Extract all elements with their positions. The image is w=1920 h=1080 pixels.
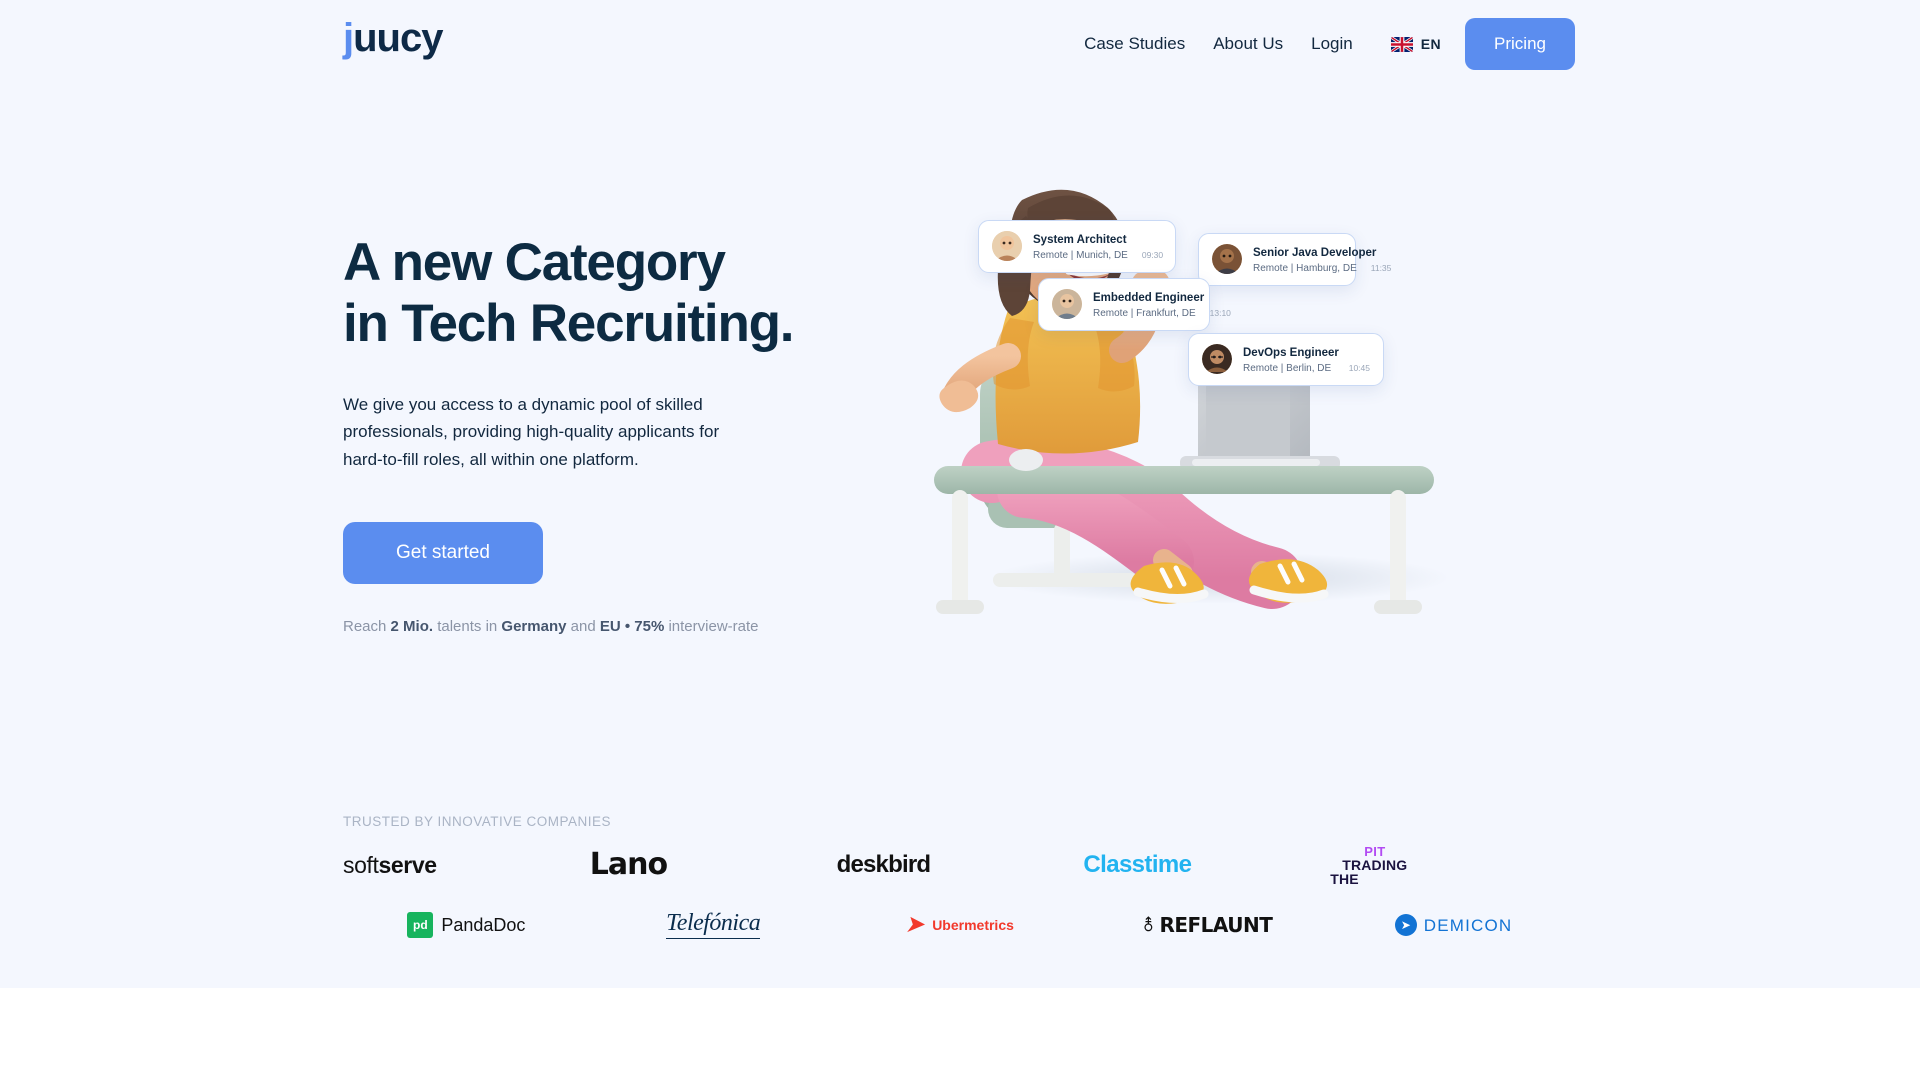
logo-pandadoc: pd PandaDoc	[343, 902, 590, 948]
reach-region: EU • 75%	[599, 617, 665, 635]
logo-pandadoc-text: PandaDoc	[441, 915, 526, 935]
job-role: Senior Java Developer	[1253, 247, 1377, 259]
job-role: DevOps Engineer	[1243, 347, 1339, 359]
client-logos-row-2: pd PandaDoc Telefónica ➤ Ubermetrics ⚨ R…	[343, 902, 1577, 948]
demicon-mark-icon: ➤	[1394, 914, 1417, 936]
logo-pit-word: PIT	[1364, 843, 1386, 859]
logo-softserve-bold: serve	[378, 851, 437, 878]
job-location: Remote | Berlin, DE	[1243, 362, 1332, 374]
logo-softserve-light: soft	[343, 851, 379, 878]
brand-logo-initial: j	[343, 16, 354, 60]
reach-and: and	[566, 617, 600, 635]
job-meta: Remote | Berlin, DE 10:45	[1243, 362, 1370, 376]
nav-about-us[interactable]: About Us	[1199, 34, 1297, 54]
language-switcher[interactable]: EN	[1390, 36, 1441, 52]
job-role: Embedded Engineer	[1093, 292, 1205, 304]
pandadoc-mark-icon: pd	[407, 912, 434, 938]
reach-count: 2 Mio.	[390, 617, 434, 635]
page-title: A new Category in Tech Recruiting.	[343, 233, 795, 354]
job-card[interactable]: Embedded Engineer Remote | Frankfurt, DE…	[1038, 278, 1231, 331]
logo-softserve: softserve	[343, 842, 590, 888]
job-time: 11:35	[1370, 262, 1392, 273]
logo-lano: Lano	[590, 842, 837, 888]
reach-mid: talents in	[433, 617, 502, 635]
logo-reflaunt-text: REFLAUNT	[1159, 913, 1273, 937]
site-header: juucy Case Studies About Us Login EN Pri…	[0, 0, 1920, 88]
logo-classtime-text: Classtime	[1083, 851, 1192, 878]
reach-suffix: interview-rate	[664, 617, 759, 635]
reach-prefix: Reach	[343, 617, 391, 635]
reach-country: Germany	[501, 617, 567, 635]
logo-ubermetrics-text: Ubermetrics	[932, 917, 1014, 933]
job-card-text: System Architect Remote | Munich, DE 09:…	[1033, 230, 1164, 263]
job-time: 13:10	[1209, 307, 1231, 318]
landing-page: juucy Case Studies About Us Login EN Pri…	[0, 0, 1920, 1080]
trusted-by-label: TRUSTED BY INNOVATIVE COMPANIES	[343, 814, 612, 829]
pricing-button[interactable]: Pricing	[1465, 18, 1575, 70]
uk-flag-icon	[1390, 36, 1413, 52]
job-card-text: Senior Java Developer Remote | Hamburg, …	[1253, 243, 1391, 276]
job-meta: Remote | Hamburg, DE 11:35	[1253, 262, 1391, 276]
avatar-embedded-engineer	[1052, 289, 1082, 320]
get-started-button[interactable]: Get started	[343, 521, 543, 584]
avatar-system-architect	[992, 231, 1022, 262]
language-code: EN	[1420, 36, 1441, 52]
avatar-senior-java-developer	[1212, 244, 1242, 275]
logo-ubermetrics: ➤ Ubermetrics	[837, 902, 1084, 948]
logo-trading-word: TRADING	[1342, 856, 1408, 873]
logo-lano-text: Lano	[589, 847, 668, 882]
logo-classtime: Classtime	[1083, 842, 1330, 888]
job-card[interactable]: Senior Java Developer Remote | Hamburg, …	[1198, 233, 1391, 286]
nav-case-studies[interactable]: Case Studies	[1070, 34, 1199, 54]
hero-content: A new Category in Tech Recruiting. We gi…	[343, 232, 903, 638]
logo-demicon-text: DEMICON	[1423, 915, 1513, 935]
job-location: Remote | Munich, DE	[1033, 249, 1128, 261]
ubermetrics-swoosh-icon: ➤	[903, 911, 930, 938]
logo-the-word: THE	[1330, 870, 1359, 887]
avatar-devops-engineer	[1202, 344, 1232, 375]
logo-deskbird-text: deskbird	[836, 851, 931, 878]
logo-the-trading-pit: PIT TRADING THE	[1330, 842, 1577, 888]
reach-stats: Reach 2 Mio. talents in Germany and EU •…	[343, 616, 903, 639]
logo-telefonica-text: Telefónica	[666, 911, 761, 939]
job-meta: Remote | Munich, DE 09:30	[1033, 249, 1164, 263]
hero-subtitle: We give you access to a dynamic pool of …	[343, 394, 720, 469]
job-meta: Remote | Frankfurt, DE 13:10	[1093, 307, 1231, 321]
job-card-text: DevOps Engineer Remote | Berlin, DE 10:4…	[1243, 343, 1370, 376]
client-logos-row-1: softserve Lano deskbird Classtime PIT TR…	[343, 842, 1577, 888]
job-card[interactable]: DevOps Engineer Remote | Berlin, DE 10:4…	[1188, 333, 1384, 386]
hero-illustration: System Architect Remote | Munich, DE 09:…	[930, 160, 1570, 720]
job-role: System Architect	[1033, 234, 1127, 246]
brand-logo[interactable]: juucy	[343, 16, 443, 60]
job-card-text: Embedded Engineer Remote | Frankfurt, DE…	[1093, 288, 1231, 321]
job-location: Remote | Frankfurt, DE	[1093, 307, 1196, 319]
job-time: 10:45	[1348, 362, 1370, 373]
logo-reflaunt: ⚨ REFLAUNT	[1083, 902, 1330, 948]
nav-login[interactable]: Login	[1297, 34, 1367, 54]
job-time: 09:30	[1141, 249, 1164, 260]
logo-telefonica: Telefónica	[590, 902, 837, 948]
logo-demicon: ➤ DEMICON	[1330, 902, 1577, 948]
brand-logo-rest: uucy	[353, 16, 443, 60]
job-card[interactable]: System Architect Remote | Munich, DE 09:…	[978, 220, 1176, 273]
primary-navigation: Case Studies About Us Login EN Pricing	[1070, 0, 1575, 88]
job-location: Remote | Hamburg, DE	[1253, 262, 1357, 274]
logo-deskbird: deskbird	[837, 842, 1084, 888]
reflaunt-mark-icon: ⚨	[1141, 915, 1156, 935]
